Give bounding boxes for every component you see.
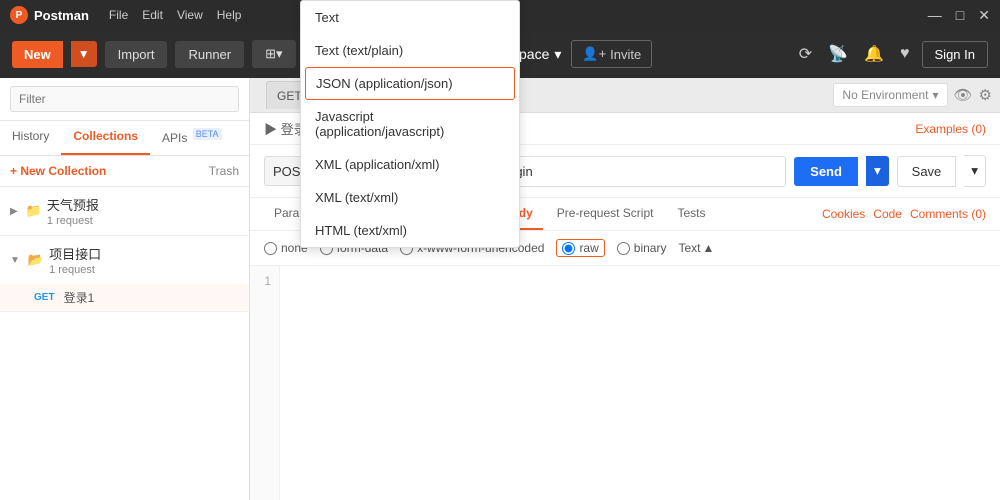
request-name-login: 登录1 [64, 289, 95, 306]
content-area: GET 天气 POST 登录1 + ··· No Environment ▾ 👁… [250, 78, 1000, 500]
collection-name-project: 项目接口 [49, 244, 101, 263]
toolbar-right: ⟳ 📡 🔔 ♥ Sign In [795, 40, 988, 68]
env-label: No Environment [842, 88, 928, 102]
collection-header-weather[interactable]: ▶ 📁 天气预报 1 request [0, 187, 249, 235]
menu-help[interactable]: Help [217, 8, 242, 22]
env-chevron-icon: ▾ [932, 88, 938, 102]
env-settings-icon[interactable]: ⚙ [979, 86, 992, 104]
main-layout: History Collections APIs BETA + New Coll… [0, 78, 1000, 500]
workspace-chevron-icon: ▾ [554, 46, 561, 63]
heart-icon[interactable]: ♥ [896, 41, 914, 67]
titlebar-menu: File Edit View Help [109, 8, 242, 22]
comments-link[interactable]: Comments (0) [910, 207, 986, 221]
collection-item-weather: ▶ 📁 天气预报 1 request [0, 187, 249, 236]
tab-history[interactable]: History [0, 121, 61, 155]
user-plus-icon: 👤+ [582, 46, 606, 62]
menu-file[interactable]: File [109, 8, 128, 22]
sidebar-actions: + New Collection Trash [0, 156, 249, 187]
editor-area: 1 [250, 266, 1000, 500]
menu-edit[interactable]: Edit [142, 8, 163, 22]
req-tab-tests[interactable]: Tests [667, 198, 715, 230]
req-tab-right-links: Cookies Code Comments (0) [822, 207, 986, 221]
close-button[interactable]: ✕ [978, 7, 990, 24]
line-number-1: 1 [258, 274, 271, 288]
cookies-link[interactable]: Cookies [822, 207, 865, 221]
app-logo: P Postman [10, 6, 89, 24]
extra-button[interactable]: ⊞▾ [252, 40, 295, 68]
request-area: ▶ 登录1 Examples (0) POST ▾ Send ▾ Save ▾ … [250, 113, 1000, 500]
line-numbers: 1 [250, 266, 280, 500]
env-eye-icon[interactable]: 👁 [954, 86, 973, 104]
bell-icon[interactable]: 🔔 [860, 40, 888, 68]
editor-content[interactable] [280, 266, 1000, 500]
apis-label: APIs [162, 131, 187, 145]
sidebar-item-login[interactable]: GET 登录1 [0, 284, 249, 311]
text-type-label: Text [678, 241, 700, 255]
code-link[interactable]: Code [873, 207, 902, 221]
send-dropdown-button[interactable]: ▾ [866, 156, 889, 186]
option-raw[interactable]: raw [556, 239, 604, 257]
sidebar-search-container [0, 78, 249, 121]
examples-link[interactable]: Examples (0) [915, 122, 986, 136]
option-binary[interactable]: binary [617, 241, 667, 255]
collection-name-weather: 天气预报 [47, 195, 99, 214]
chevron-down-icon: ▼ [10, 255, 20, 266]
folder-icon: 📁 [26, 203, 42, 219]
collection-body-project: GET 登录1 [0, 284, 249, 311]
invite-button[interactable]: 👤+ Invite [571, 40, 652, 68]
search-input[interactable] [10, 86, 239, 112]
tab-apis[interactable]: APIs BETA [150, 121, 234, 155]
save-button[interactable]: Save [897, 156, 957, 187]
text-type-dropdown[interactable]: Text ▲ [678, 241, 714, 255]
runner-button[interactable]: Runner [175, 41, 244, 68]
beta-badge: BETA [193, 128, 222, 140]
chevron-right-icon: ▶ [10, 206, 18, 217]
raw-label: raw [579, 241, 598, 255]
sidebar-tabs: History Collections APIs BETA [0, 121, 249, 156]
menu-view[interactable]: View [177, 8, 203, 22]
app-name: Postman [34, 8, 89, 23]
collection-count-weather: 1 request [47, 215, 99, 227]
text-type-chevron-icon: ▲ [702, 241, 714, 255]
collection-header-project[interactable]: ▼ 📂 项目接口 1 request [0, 236, 249, 284]
dropdown-item-javascript[interactable]: Javascript (application/javascript) [301, 113, 519, 148]
new-collection-button[interactable]: + New Collection [10, 164, 106, 178]
send-button[interactable]: Send [794, 157, 858, 186]
tab-collections[interactable]: Collections [61, 121, 150, 155]
body-options: none form-data x-www-form-urlencoded raw… [250, 231, 1000, 266]
postman-icon: P [10, 6, 28, 24]
new-dropdown-arrow[interactable]: ▼ [71, 41, 97, 67]
dropdown-item-xml-text[interactable]: XML (text/xml) [301, 181, 519, 214]
satellite-icon[interactable]: 📡 [824, 40, 852, 68]
save-dropdown-button[interactable]: ▾ [964, 155, 986, 187]
maximize-button[interactable]: □ [956, 7, 964, 24]
minimize-button[interactable]: — [928, 7, 942, 24]
dropdown-item-xml-application[interactable]: XML (application/xml) [301, 148, 519, 181]
sidebar: History Collections APIs BETA + New Coll… [0, 78, 250, 500]
env-dropdown[interactable]: No Environment ▾ [833, 83, 947, 107]
env-selector-area: No Environment ▾ 👁 ⚙ [833, 83, 992, 107]
binary-label: binary [634, 241, 667, 255]
text-type-dropdown-menu: Text Text (text/plain) JSON (application… [300, 113, 520, 248]
collection-info-weather: 天气预报 1 request [47, 195, 99, 227]
folder-open-icon: 📂 [28, 252, 44, 268]
dropdown-item-html[interactable]: HTML (text/xml) [301, 214, 519, 247]
sync-icon[interactable]: ⟳ [795, 40, 816, 68]
sidebar-collection-list: ▶ 📁 天气预报 1 request ▼ 📂 项目接口 1 request [0, 187, 249, 500]
collection-info-project: 项目接口 1 request [49, 244, 101, 276]
new-button[interactable]: New [12, 41, 63, 68]
trash-button[interactable]: Trash [209, 164, 239, 178]
invite-label: Invite [610, 47, 641, 62]
signin-button[interactable]: Sign In [922, 41, 988, 68]
import-button[interactable]: Import [105, 41, 168, 68]
window-controls: — □ ✕ [928, 7, 990, 24]
collection-item-project: ▼ 📂 项目接口 1 request GET 登录1 [0, 236, 249, 312]
method-badge-get: GET [30, 291, 59, 304]
collection-count-project: 1 request [49, 264, 101, 276]
req-tab-pre-request[interactable]: Pre-request Script [547, 198, 664, 230]
